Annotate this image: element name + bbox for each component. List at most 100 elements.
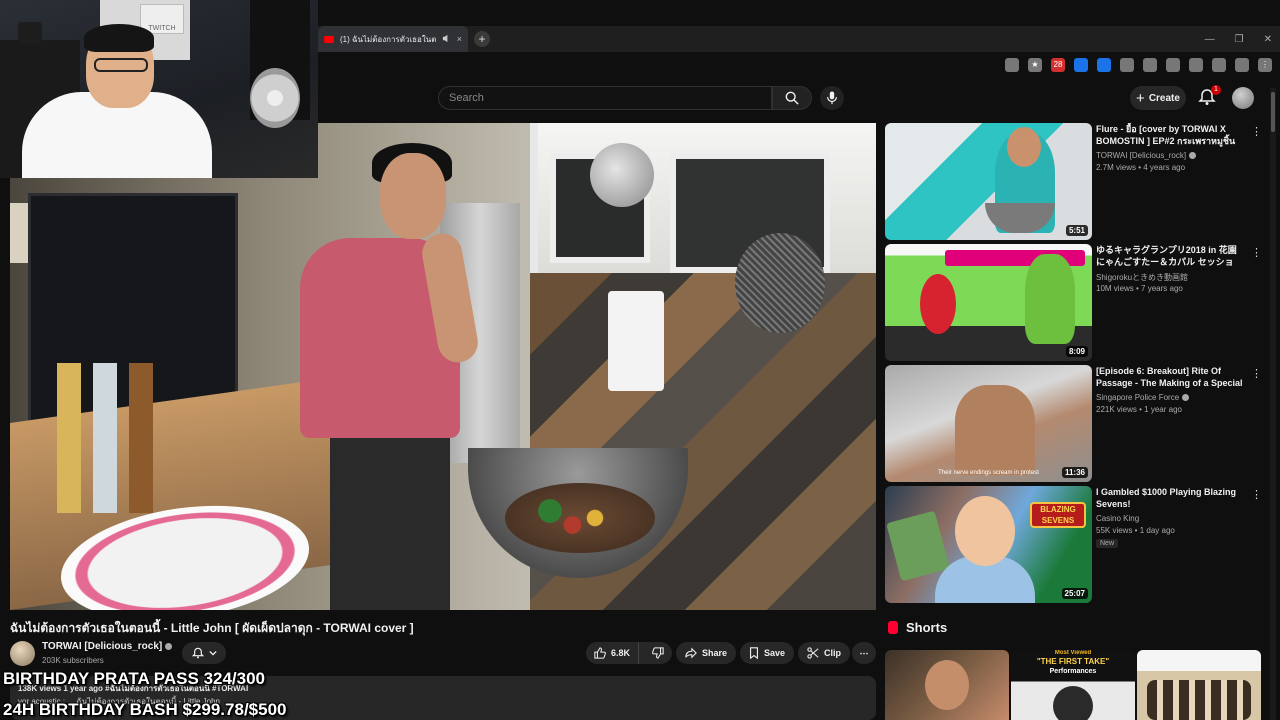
twitch-icon (18, 22, 42, 44)
shorts-heading-text: Shorts (906, 620, 948, 635)
short-thumbnail[interactable] (1137, 650, 1261, 720)
create-button[interactable]: + Create (1130, 86, 1186, 110)
channel-avatar[interactable] (10, 641, 35, 666)
browser-tab-active[interactable]: (1) ฉันไม่ต้องการตัวเธอในตอนนี้ × (318, 26, 468, 52)
extension-badge-icon[interactable]: 28 (1051, 58, 1065, 72)
channel-name-text: TORWAI [Delicious_rock] (42, 641, 163, 652)
window-controls: — ❐ ✕ (1205, 26, 1272, 52)
save-button[interactable]: Save (740, 642, 795, 664)
extension-script-icon[interactable] (1143, 58, 1157, 72)
subscription-bell-button[interactable] (182, 642, 226, 664)
recommendation-channel[interactable]: Casino King (1096, 514, 1139, 523)
video-thumbnail[interactable]: 5:51 (885, 123, 1092, 240)
short-thumbnail-group (1147, 680, 1251, 720)
scrollbar-thumb[interactable] (1271, 92, 1275, 132)
channel-name[interactable]: TORWAI [Delicious_rock] (42, 641, 173, 652)
thumbs-up-icon (594, 647, 606, 659)
cast-icon[interactable] (1005, 58, 1019, 72)
clip-button[interactable]: Clip (798, 642, 850, 664)
kebab-menu-icon[interactable]: ⋮ (1258, 58, 1272, 72)
video-scene-hanging-pan (590, 143, 654, 207)
page-scrollbar[interactable] (1270, 88, 1276, 720)
more-actions-button[interactable]: ⋯ (852, 642, 876, 664)
puzzle-icon[interactable] (1189, 58, 1203, 72)
video-player[interactable] (10, 123, 876, 610)
recommendation-channel[interactable]: TORWAI [Delicious_rock] (1096, 151, 1197, 160)
account-avatar[interactable] (1232, 87, 1254, 109)
share-button[interactable]: Share (676, 642, 737, 664)
recommendation-channel[interactable]: Singapore Police Force (1096, 393, 1190, 402)
streamer-webcam: TWITCH (0, 0, 318, 178)
extension-icons: ★ 28 ⋮ (1005, 58, 1272, 72)
volume-icon[interactable] (1120, 58, 1134, 72)
extension-tool-icon[interactable] (1166, 58, 1180, 72)
like-dislike-group: 6.8K (586, 642, 672, 664)
thumbnail-green-mascot (1025, 254, 1075, 344)
recommendation-meta: 221K views • 1 year ago (1096, 405, 1182, 414)
new-tab-button[interactable]: + (474, 31, 490, 47)
youtube-header: Search + Create 1 (318, 80, 1280, 116)
short-caption-main: "THE FIRST TAKE" (1036, 657, 1110, 666)
extension-shield-icon[interactable] (1097, 58, 1111, 72)
speaker-icon[interactable] (442, 34, 451, 45)
short-thumbnail[interactable]: Most Viewed "THE FIRST TAKE" Performance… (1011, 650, 1135, 720)
short-caption-sub: Performances (1049, 668, 1097, 675)
thumbnail-figure-head (1007, 127, 1041, 167)
glasses-icon (94, 58, 148, 72)
recommendation-title[interactable]: ゆるキャラグランプリ2018 in 花園 にゃんごすたー＆カパル セッション..… (1096, 244, 1248, 268)
share-label: Share (702, 648, 728, 658)
youtube-favicon-icon (324, 35, 334, 43)
short-thumbnail[interactable] (885, 650, 1009, 720)
notification-badge: 1 (1211, 85, 1221, 95)
recommendation-item[interactable]: Their nerve endings scream in protest 11… (885, 365, 1265, 483)
stream-goal-prata: BIRTHDAY PRATA PASS 324/300 (3, 669, 266, 688)
dislike-button[interactable] (644, 642, 672, 664)
recommendation-item[interactable]: 5:51 Flure - ยื้อ [cover by TORWAI X BOM… (885, 123, 1265, 241)
recommendation-title[interactable]: I Gambled $1000 Playing Blazing Sevens! (1096, 486, 1248, 510)
video-scene-food (505, 483, 655, 553)
like-button[interactable]: 6.8K (586, 642, 640, 664)
restore-button[interactable]: ❐ (1235, 34, 1244, 45)
create-label: Create (1148, 92, 1180, 104)
notifications-button[interactable]: 1 (1198, 85, 1221, 108)
tab-close-icon[interactable]: × (457, 34, 462, 44)
kebab-menu-icon[interactable]: ⋮ (1251, 488, 1262, 501)
recommendation-item[interactable]: BLAZING SEVENS 25:07 I Gambled $1000 Pla… (885, 486, 1265, 604)
streamer-hair (84, 24, 154, 52)
close-window-button[interactable]: ✕ (1264, 34, 1272, 45)
search-button[interactable] (772, 86, 812, 110)
video-scene-singer-head (380, 153, 446, 239)
extension-audio-icon[interactable] (1074, 58, 1088, 72)
recommendation-meta: 2.7M views • 4 years ago (1096, 163, 1186, 172)
media-control-icon[interactable] (1212, 58, 1226, 72)
video-thumbnail[interactable]: BLAZING SEVENS 25:07 (885, 486, 1092, 603)
clip-label: Clip (824, 648, 841, 658)
thumbnail-figure-face (955, 496, 1015, 566)
thumbs-down-icon (652, 647, 664, 659)
kebab-menu-icon[interactable]: ⋮ (1251, 367, 1262, 380)
recommendation-meta: 55K views • 1 day ago (1096, 526, 1175, 535)
video-thumbnail[interactable]: 8:09 (885, 244, 1092, 361)
stream-goal-birthday-bash: 24H BIRTHDAY BASH $299.78/$500 (3, 700, 287, 719)
recommendation-channel[interactable]: Shigorokuときめき動画館 (1096, 272, 1188, 283)
recommendation-title[interactable]: [Episode 6: Breakout] Rite Of Passage - … (1096, 365, 1248, 389)
bookmark-icon (750, 647, 758, 659)
recommendation-title[interactable]: Flure - ยื้อ [cover by TORWAI X BOMOSTIN… (1096, 123, 1248, 147)
kebab-menu-icon[interactable]: ⋮ (1251, 246, 1262, 259)
thumbnail-caption: Their nerve endings scream in protest (938, 470, 1039, 476)
verified-icon (1189, 152, 1197, 160)
subscriber-count: 203K subscribers (42, 656, 104, 665)
recommendation-item[interactable]: 8:09 ゆるキャラグランプリ2018 in 花園 にゃんごすたー＆カパル セッ… (885, 244, 1265, 362)
video-scene-singer-pants (330, 433, 450, 610)
profile-icon[interactable] (1235, 58, 1249, 72)
kebab-menu-icon[interactable]: ⋮ (1251, 125, 1262, 138)
search-input[interactable]: Search (438, 86, 772, 110)
chevron-down-icon (208, 650, 217, 656)
verified-icon (165, 642, 173, 650)
minimize-button[interactable]: — (1205, 34, 1215, 45)
recommendation-channel-name: TORWAI [Delicious_rock] (1096, 151, 1187, 160)
voice-search-button[interactable] (820, 86, 844, 110)
duration-badge: 5:51 (1065, 225, 1088, 236)
bookmark-star-icon[interactable]: ★ (1028, 58, 1042, 72)
video-thumbnail[interactable]: Their nerve endings scream in protest 11… (885, 365, 1092, 482)
